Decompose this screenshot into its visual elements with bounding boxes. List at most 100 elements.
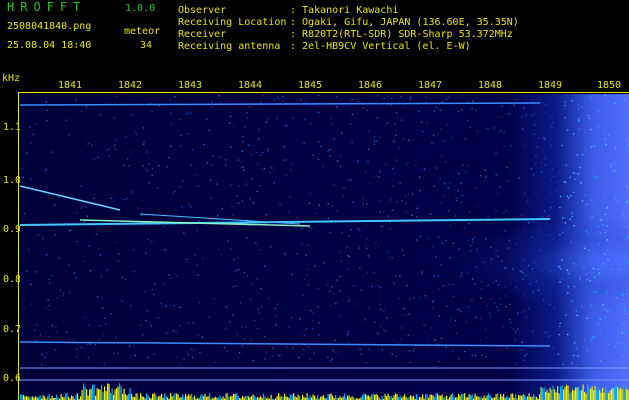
noise-speck bbox=[188, 203, 190, 205]
noise-speck bbox=[140, 324, 142, 326]
noise-speck bbox=[123, 164, 125, 166]
noise-speck bbox=[102, 307, 104, 309]
noise-speck bbox=[569, 176, 571, 179]
noise-speck bbox=[295, 99, 298, 101]
noise-speck bbox=[498, 116, 500, 118]
noise-speck bbox=[292, 117, 294, 119]
noise-speck bbox=[623, 305, 625, 307]
noise-speck bbox=[364, 319, 366, 321]
level-bar bbox=[66, 393, 68, 400]
level-bar bbox=[377, 395, 379, 400]
noise-speck bbox=[272, 347, 274, 349]
level-bar bbox=[126, 395, 128, 400]
noise-speck bbox=[600, 275, 602, 278]
noise-speck bbox=[548, 276, 550, 278]
noise-speck bbox=[421, 130, 424, 133]
level-bar bbox=[141, 396, 143, 400]
noise-speck bbox=[372, 271, 375, 273]
noise-speck bbox=[525, 274, 527, 276]
noise-speck bbox=[424, 295, 427, 297]
noise-speck bbox=[505, 209, 508, 212]
noise-speck bbox=[231, 205, 233, 208]
noise-speck bbox=[359, 267, 361, 269]
noise-speck bbox=[284, 253, 286, 255]
noise-speck bbox=[260, 305, 262, 308]
noise-speck bbox=[366, 247, 368, 250]
noise-speck bbox=[432, 134, 435, 136]
level-bar bbox=[546, 389, 548, 400]
level-bar bbox=[102, 392, 104, 400]
noise-speck bbox=[83, 221, 85, 223]
noise-speck bbox=[519, 349, 521, 351]
noise-speck bbox=[552, 175, 555, 178]
noise-speck bbox=[541, 171, 543, 173]
noise-speck bbox=[317, 287, 319, 290]
noise-speck bbox=[58, 196, 60, 198]
level-bar bbox=[402, 396, 404, 400]
noise-speck bbox=[580, 275, 582, 277]
noise-speck bbox=[94, 344, 97, 346]
noise-speck bbox=[359, 230, 361, 232]
level-bar bbox=[425, 394, 427, 400]
noise-speck bbox=[475, 316, 477, 318]
noise-speck bbox=[565, 314, 567, 316]
noise-speck bbox=[382, 211, 385, 214]
level-bar bbox=[312, 394, 314, 400]
noise-speck bbox=[573, 172, 575, 174]
noise-speck bbox=[579, 167, 581, 169]
level-bar bbox=[470, 395, 472, 400]
noise-speck bbox=[308, 284, 310, 286]
noise-speck bbox=[508, 239, 511, 242]
noise-speck bbox=[624, 99, 626, 101]
level-bar bbox=[599, 390, 601, 400]
noise-speck bbox=[569, 218, 571, 220]
noise-speck bbox=[449, 182, 451, 184]
level-bar bbox=[570, 391, 572, 400]
level-bar bbox=[480, 396, 482, 400]
noise-speck bbox=[227, 240, 229, 242]
noise-speck bbox=[303, 119, 306, 121]
noise-speck bbox=[291, 273, 293, 276]
noise-speck bbox=[509, 303, 511, 305]
noise-speck bbox=[590, 97, 592, 99]
noise-speck bbox=[330, 123, 333, 126]
noise-speck bbox=[313, 352, 315, 354]
noise-speck bbox=[440, 337, 443, 340]
noise-speck bbox=[538, 137, 540, 139]
noise-speck bbox=[401, 119, 403, 121]
noise-speck bbox=[341, 132, 343, 134]
level-bar bbox=[83, 383, 85, 400]
noise-speck bbox=[306, 274, 308, 276]
noise-speck bbox=[37, 234, 40, 236]
noise-speck bbox=[192, 357, 194, 359]
level-bar bbox=[309, 395, 311, 400]
noise-speck bbox=[339, 290, 341, 292]
noise-speck bbox=[258, 311, 260, 314]
noise-speck bbox=[194, 254, 196, 256]
noise-speck bbox=[626, 225, 628, 228]
level-bar bbox=[612, 388, 614, 400]
noise-speck bbox=[467, 164, 469, 167]
level-bar bbox=[591, 386, 593, 400]
noise-speck bbox=[235, 285, 237, 287]
noise-speck bbox=[351, 98, 353, 101]
noise-speck bbox=[578, 128, 580, 130]
noise-speck bbox=[606, 250, 608, 252]
noise-speck bbox=[347, 331, 349, 333]
noise-speck bbox=[532, 290, 534, 292]
noise-speck bbox=[241, 166, 243, 168]
noise-speck bbox=[531, 114, 533, 116]
level-bar bbox=[347, 395, 349, 400]
noise-speck bbox=[335, 96, 337, 98]
noise-speck bbox=[411, 214, 413, 216]
noise-speck bbox=[385, 164, 387, 166]
noise-speck bbox=[532, 291, 534, 294]
left-axis-line bbox=[18, 92, 19, 400]
noise-speck bbox=[384, 330, 387, 333]
noise-speck bbox=[213, 298, 215, 300]
level-bar bbox=[176, 393, 178, 400]
level-bar bbox=[246, 395, 248, 400]
noise-speck bbox=[87, 343, 89, 346]
noise-speck bbox=[144, 168, 147, 170]
noise-speck bbox=[493, 301, 496, 304]
